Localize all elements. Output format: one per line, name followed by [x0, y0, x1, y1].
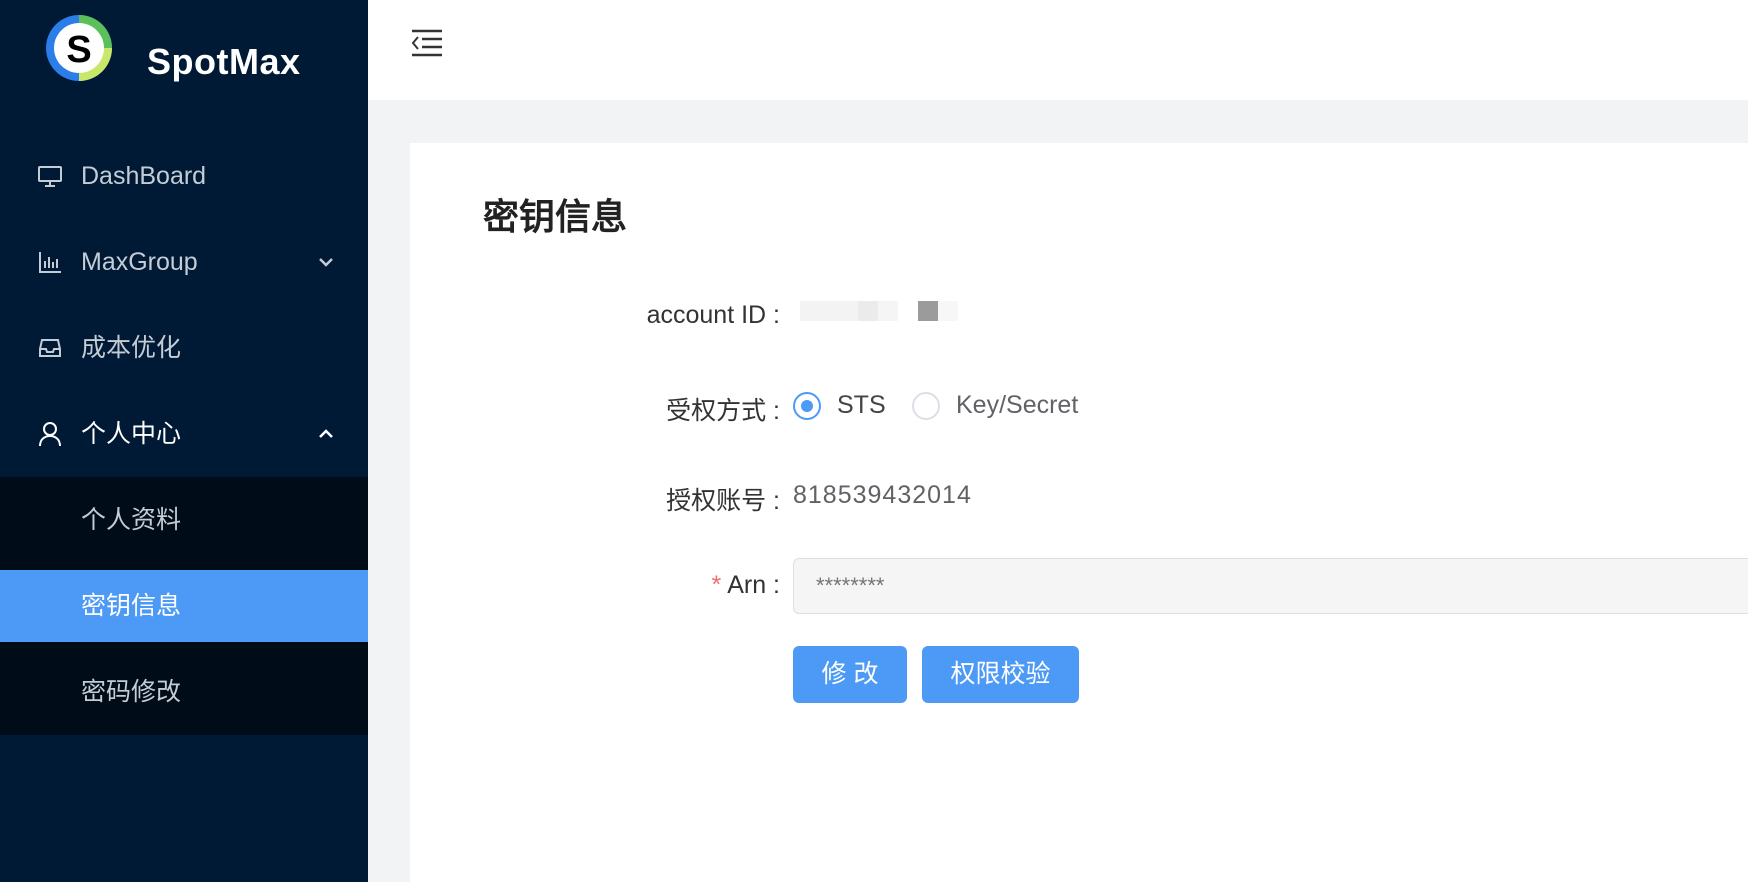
monitor-icon — [38, 166, 62, 187]
sidebar-subitem-label: 密码修改 — [81, 678, 182, 706]
top-header — [368, 0, 1748, 100]
svg-text:S: S — [66, 29, 91, 71]
sidebar-item-label: 个人中心 — [81, 420, 182, 448]
logo[interactable]: S SpotMax — [44, 13, 344, 83]
auth-account-label: 授权账号 : — [666, 487, 780, 515]
radio-sts[interactable]: STS — [793, 391, 886, 420]
form-label-column: account ID : 受权方式 : 授权账号 : * Arn : — [410, 143, 780, 743]
masked-account-id — [918, 301, 938, 321]
sidebar-item-maxgroup[interactable]: MaxGroup — [0, 219, 368, 305]
account-id-label: account ID : — [646, 301, 780, 329]
masked-account-id — [858, 301, 878, 321]
sidebar-subitem-change-password[interactable]: 密码修改 — [0, 649, 368, 735]
sidebar-item-personal-center[interactable]: 个人中心 — [0, 391, 368, 477]
sidebar-item-dashboard[interactable]: DashBoard — [0, 133, 368, 219]
radio-checked-icon — [793, 391, 821, 420]
masked-account-id — [938, 301, 958, 321]
arn-label: Arn : — [727, 571, 780, 599]
masked-account-id — [878, 301, 898, 321]
radio-label: STS — [837, 391, 886, 419]
radio-unchecked-icon — [912, 391, 940, 420]
arn-input[interactable] — [793, 558, 1748, 614]
sidebar-subitem-key-info[interactable]: 密钥信息 — [0, 570, 368, 642]
sidebar-item-label: DashBoard — [81, 162, 207, 190]
radio-key-secret[interactable]: Key/Secret — [912, 391, 1078, 420]
modify-button[interactable]: 修 改 — [793, 646, 907, 703]
sidebar-item-cost-optimization[interactable]: 成本优化 — [0, 305, 368, 391]
user-icon — [39, 422, 61, 447]
brand-name: SpotMax — [147, 41, 301, 82]
chevron-down-icon — [319, 258, 333, 267]
key-info-card: 密钥信息 account ID : 受权方式 : 授权账号 : * Arn : S… — [410, 143, 1748, 882]
verify-permission-button[interactable]: 权限校验 — [922, 646, 1079, 703]
inbox-icon — [39, 339, 61, 357]
bar-chart-icon — [39, 252, 61, 273]
chevron-up-icon — [319, 429, 333, 438]
sidebar-item-label: MaxGroup — [81, 248, 198, 276]
masked-account-id — [800, 301, 858, 321]
sidebar-subitem-profile[interactable]: 个人资料 — [0, 477, 368, 563]
auth-account-value: 818539432014 — [793, 481, 972, 509]
personal-center-submenu: 个人资料 密钥信息 密码修改 — [0, 477, 368, 735]
sidebar-item-label: 成本优化 — [81, 334, 182, 362]
spotmax-logo-icon: S — [46, 15, 112, 81]
required-mark: * — [711, 571, 722, 599]
menu-fold-icon[interactable] — [410, 28, 444, 58]
sidebar-subitem-label: 个人资料 — [81, 506, 182, 534]
auth-method-label: 受权方式 : — [666, 397, 780, 425]
sidebar: S SpotMax DashBoard MaxGroup 成本优化 个人中心 个… — [0, 0, 368, 882]
radio-label: Key/Secret — [956, 391, 1079, 419]
arn-label-wrap: * Arn : — [711, 571, 780, 600]
sidebar-subitem-label: 密钥信息 — [81, 592, 182, 620]
